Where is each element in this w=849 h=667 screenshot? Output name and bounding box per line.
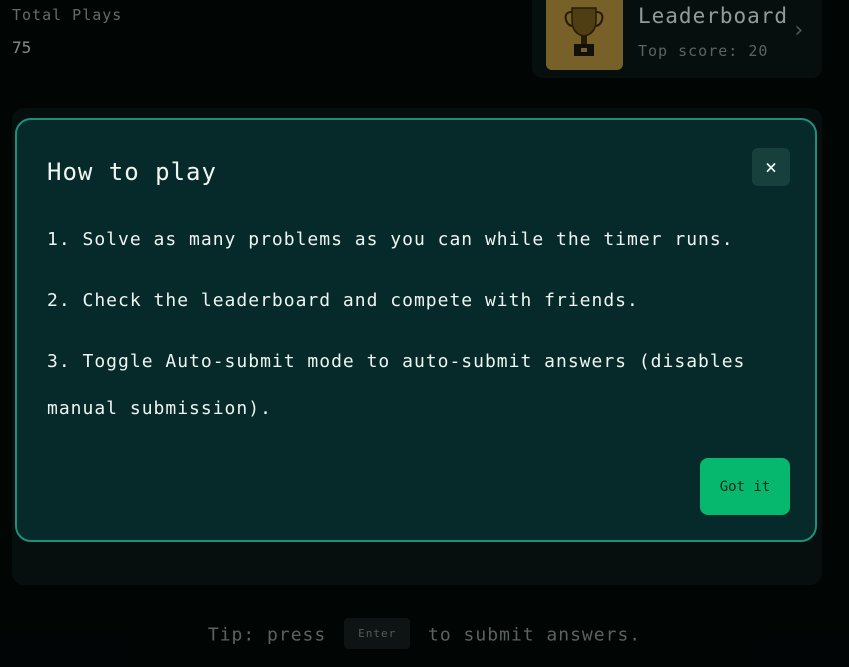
got-it-button[interactable]: Got it [700, 458, 790, 515]
instruction-step-2: 2. Check the leaderboard and compete wit… [47, 290, 639, 311]
how-to-play-dialog: How to play × 1. Solve as many problems … [15, 118, 817, 542]
close-button[interactable]: × [752, 148, 790, 186]
instruction-step-3: 3. Toggle Auto-submit mode to auto-submi… [47, 351, 746, 419]
instruction-step-1: 1. Solve as many problems as you can whi… [47, 229, 734, 250]
dialog-title: How to play [47, 158, 217, 186]
